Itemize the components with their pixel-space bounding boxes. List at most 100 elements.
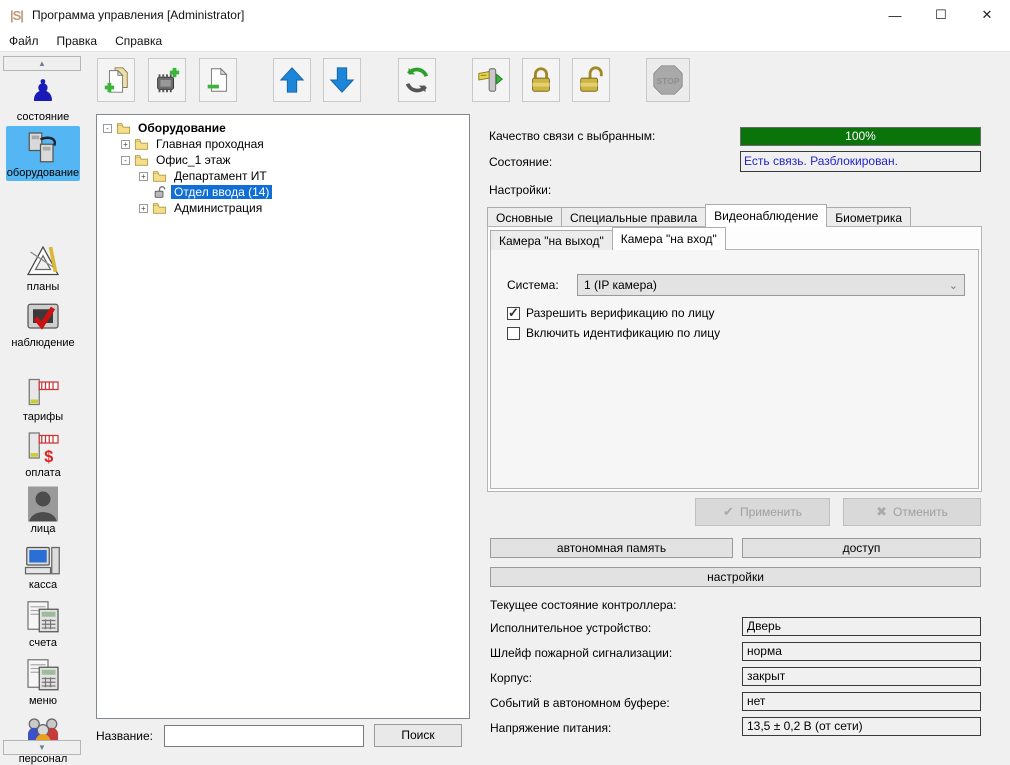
- identification-checkbox-row[interactable]: Включить идентификацию по лицу: [507, 326, 720, 340]
- faces-icon: [23, 486, 63, 522]
- tab-main[interactable]: Основные: [487, 207, 562, 227]
- sidebar-scroll-up-button[interactable]: ▲: [3, 56, 81, 71]
- tab-content: Камера "на выход" Камера "на вход" Систе…: [487, 226, 982, 492]
- add-device-icon: [152, 65, 182, 95]
- system-select[interactable]: 1 (IP камера) ⌄: [577, 274, 965, 296]
- tab-camera-entry[interactable]: Камера "на вход": [612, 227, 726, 250]
- sidebar-item-label: касса: [29, 579, 57, 591]
- sidebar-item-equipment[interactable]: оборудование: [6, 126, 80, 181]
- remove-item-button[interactable]: [199, 58, 237, 102]
- tab-special-rules[interactable]: Специальные правила: [561, 207, 706, 227]
- sidebar-item-plans[interactable]: планы: [6, 244, 80, 293]
- access-button[interactable]: доступ: [742, 538, 981, 558]
- collapse-icon[interactable]: -: [103, 124, 112, 133]
- state-label: Состояние:: [489, 155, 552, 169]
- menu-edit[interactable]: Правка: [48, 32, 107, 50]
- expand-icon[interactable]: +: [121, 140, 130, 149]
- system-label: Система:: [507, 278, 577, 292]
- sidebar-item-label: тарифы: [23, 411, 63, 423]
- voltage-value: 13,5 ± 0,2 В (от сети): [742, 717, 981, 736]
- svg-text:STOP: STOP: [657, 76, 680, 86]
- cashdesk-icon: [23, 542, 63, 578]
- case-value: закрыт: [742, 667, 981, 686]
- verification-checkbox-row[interactable]: Разрешить верификацию по лицу: [507, 306, 714, 320]
- sidebar: ▲ ♟ состояние оборудование планы наблюде…: [0, 52, 88, 761]
- fire-loop-value: норма: [742, 642, 981, 661]
- tree-row[interactable]: - Оборудование: [99, 120, 467, 136]
- sidebar-item-faces[interactable]: лица: [6, 486, 80, 535]
- folder-icon: [134, 153, 149, 167]
- search-input[interactable]: [164, 725, 364, 747]
- close-button[interactable]: ✕: [964, 0, 1010, 30]
- apply-button: ✔ Применить: [695, 498, 830, 526]
- tree-row-selected[interactable]: Отдел ввода (14): [99, 184, 467, 200]
- equipment-icon: [23, 130, 63, 166]
- expand-icon[interactable]: +: [139, 204, 148, 213]
- checkbox-unchecked-icon[interactable]: [507, 327, 520, 340]
- buffer-events-label: Событий в автономном буфере:: [490, 696, 670, 710]
- checkbox-checked-icon[interactable]: [507, 307, 520, 320]
- menu-file[interactable]: Файл: [0, 32, 48, 50]
- cancel-button: ✖ Отменить: [843, 498, 981, 526]
- search-button[interactable]: Поиск: [374, 724, 462, 747]
- move-down-button[interactable]: [323, 58, 361, 102]
- connection-quality-bar: 100%: [740, 127, 981, 146]
- open-lock-icon: [152, 185, 167, 199]
- app-icon: |S|: [10, 8, 23, 23]
- tree-row[interactable]: + Главная проходная: [99, 136, 467, 152]
- system-row: Система: 1 (IP камера) ⌄: [507, 274, 965, 296]
- minimize-button[interactable]: —: [872, 0, 918, 30]
- tree-row[interactable]: + Администрация: [99, 200, 467, 216]
- lock-button[interactable]: [522, 58, 560, 102]
- sidebar-item-menu[interactable]: меню: [6, 658, 80, 707]
- voltage-label: Напряжение питания:: [490, 721, 611, 735]
- sidebar-item-tariffs[interactable]: тарифы: [6, 374, 80, 423]
- sidebar-scroll-down-button[interactable]: ▼: [3, 740, 81, 755]
- tab-biometrics[interactable]: Биометрика: [826, 207, 911, 227]
- sidebar-item-label: состояние: [17, 111, 70, 123]
- case-label: Корпус:: [490, 671, 532, 685]
- state-icon: ♟: [23, 74, 63, 110]
- sidebar-item-accounts[interactable]: счета: [6, 600, 80, 649]
- move-up-button[interactable]: [273, 58, 311, 102]
- expand-icon[interactable]: +: [139, 172, 148, 181]
- add-item-icon: [101, 65, 131, 95]
- folder-icon: [116, 121, 131, 135]
- menu-help[interactable]: Справка: [106, 32, 171, 50]
- sidebar-item-surveillance[interactable]: наблюдение: [6, 300, 80, 349]
- sidebar-item-label: лица: [31, 523, 56, 535]
- window-controls: — ☐ ✕: [872, 0, 1010, 30]
- folder-icon: [152, 169, 167, 183]
- tree-row[interactable]: + Департамент ИТ: [99, 168, 467, 184]
- refresh-icon: [402, 65, 432, 95]
- add-item-button[interactable]: [97, 58, 135, 102]
- system-selected-value: 1 (IP камера): [584, 278, 949, 292]
- sidebar-item-label: оборудование: [7, 167, 79, 179]
- title-bar: |S| Программа управления [Administrator]…: [0, 0, 1010, 30]
- access-pass-button[interactable]: [472, 58, 510, 102]
- tree-search-row: Название: Поиск: [96, 724, 470, 747]
- settings-button[interactable]: настройки: [490, 567, 981, 587]
- sidebar-item-label: счета: [29, 637, 57, 649]
- add-device-button[interactable]: [148, 58, 186, 102]
- payment-icon: $: [23, 430, 63, 466]
- fire-loop-label: Шлейф пожарной сигнализации:: [490, 646, 672, 660]
- unlock-button[interactable]: [572, 58, 610, 102]
- menu-bar: Файл Правка Справка: [0, 30, 1010, 52]
- cross-icon: ✖: [876, 504, 887, 520]
- settings-label: Настройки:: [489, 183, 551, 197]
- folder-icon: [134, 137, 149, 151]
- tree-row[interactable]: - Офис_1 этаж: [99, 152, 467, 168]
- buffer-events-value: нет: [742, 692, 981, 711]
- tab-video-surveillance[interactable]: Видеонаблюдение: [705, 204, 827, 227]
- tab-camera-exit[interactable]: Камера "на выход": [490, 230, 613, 250]
- sidebar-item-cashdesk[interactable]: касса: [6, 542, 80, 591]
- autonomous-memory-button[interactable]: автономная память: [490, 538, 733, 558]
- refresh-button[interactable]: [398, 58, 436, 102]
- application-window: |S| Программа управления [Administrator]…: [0, 0, 1010, 761]
- remove-item-icon: [203, 65, 233, 95]
- sidebar-item-payment[interactable]: $ оплата: [6, 430, 80, 479]
- sidebar-item-state[interactable]: ♟ состояние: [6, 74, 80, 123]
- maximize-button[interactable]: ☐: [918, 0, 964, 30]
- collapse-icon[interactable]: -: [121, 156, 130, 165]
